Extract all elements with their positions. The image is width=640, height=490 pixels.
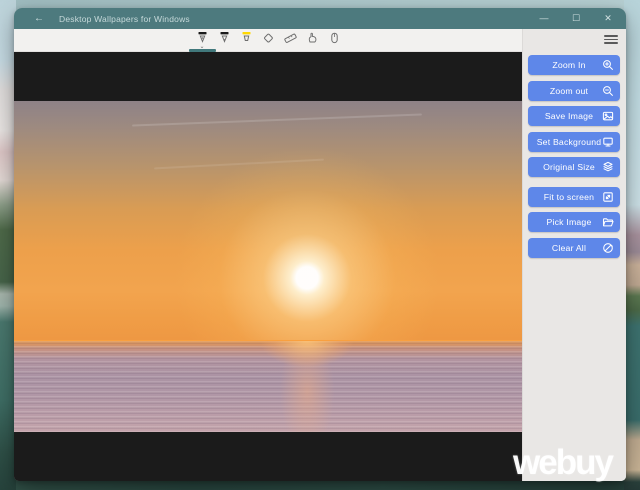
touch-writing-icon[interactable] <box>306 31 319 50</box>
sidebar: Zoom In Zoom out Save Image Set Background O… <box>522 29 626 481</box>
ink-toolbar: ⌄ <box>14 29 522 52</box>
eraser-icon[interactable] <box>262 31 275 50</box>
zoom-out-icon <box>602 85 614 97</box>
sidebar-buttons: Zoom In Zoom out Save Image Set Background O… <box>528 55 620 263</box>
button-label: Fit to screen <box>543 191 595 202</box>
button-label: Original Size <box>543 162 595 172</box>
app-window: ← Desktop Wallpapers for Windows —☐✕ ⌄ <box>14 8 626 481</box>
touch-input-icon[interactable] <box>328 31 341 50</box>
contrail <box>154 158 324 169</box>
highlighter-icon[interactable] <box>240 31 253 50</box>
back-button[interactable]: ← <box>31 13 47 24</box>
close-button[interactable]: ✕ <box>592 8 624 29</box>
fit-to-screen-button[interactable]: Fit to screen <box>528 186 620 207</box>
zoom-out-button[interactable]: Zoom out <box>528 80 620 101</box>
save-image-button[interactable]: Save Image <box>528 106 620 126</box>
pick-image-icon <box>602 216 614 228</box>
hamburger-icon[interactable] <box>604 34 618 45</box>
pick-image-button[interactable]: Pick Image <box>528 212 620 232</box>
zoom-in-button[interactable]: Zoom In <box>528 55 620 75</box>
button-label: Set Background <box>536 136 602 147</box>
set-background-button[interactable]: Set Background <box>528 131 620 152</box>
button-label: Zoom In <box>552 60 586 70</box>
pencil-icon[interactable] <box>218 31 231 50</box>
window-title: Desktop Wallpapers for Windows <box>59 13 190 24</box>
set-background-icon <box>602 136 614 148</box>
button-label: Pick Image <box>546 217 592 227</box>
fit-to-screen-icon <box>602 191 614 203</box>
webuy-watermark: webuy <box>513 443 614 482</box>
sunset-sky <box>14 101 522 340</box>
window-body: ⌄ Zoom In Zoom out Save Image Set Backgr… <box>14 29 626 481</box>
maximize-button[interactable]: ☐ <box>560 8 592 29</box>
minimize-button[interactable]: — <box>528 8 560 29</box>
clear-all-icon <box>602 242 614 254</box>
ink-canvas[interactable] <box>14 52 522 481</box>
titlebar: ← Desktop Wallpapers for Windows — ☐ ✕ <box>14 8 626 29</box>
sunset-sea <box>14 340 522 432</box>
contrail <box>132 113 422 127</box>
original-size-button[interactable]: Original Size <box>528 157 620 177</box>
clear-all-button[interactable]: Clear All <box>528 237 620 258</box>
original-size-icon <box>602 161 614 173</box>
ruler-icon[interactable] <box>283 31 297 50</box>
zoom-in-icon <box>602 59 614 71</box>
button-label: Clear All <box>551 242 587 253</box>
button-label: Save Image <box>544 111 594 121</box>
ink-tools: ⌄ <box>188 29 341 52</box>
ballpoint-pen-icon[interactable]: ⌄ <box>188 31 216 52</box>
window-controls: — ☐ ✕ <box>528 8 626 29</box>
button-label: Zoom out <box>549 85 589 96</box>
wallpaper-image <box>14 101 522 432</box>
main-column: ⌄ <box>14 29 522 481</box>
save-image-icon <box>602 110 614 122</box>
desktop-wallpaper-right <box>624 0 640 490</box>
